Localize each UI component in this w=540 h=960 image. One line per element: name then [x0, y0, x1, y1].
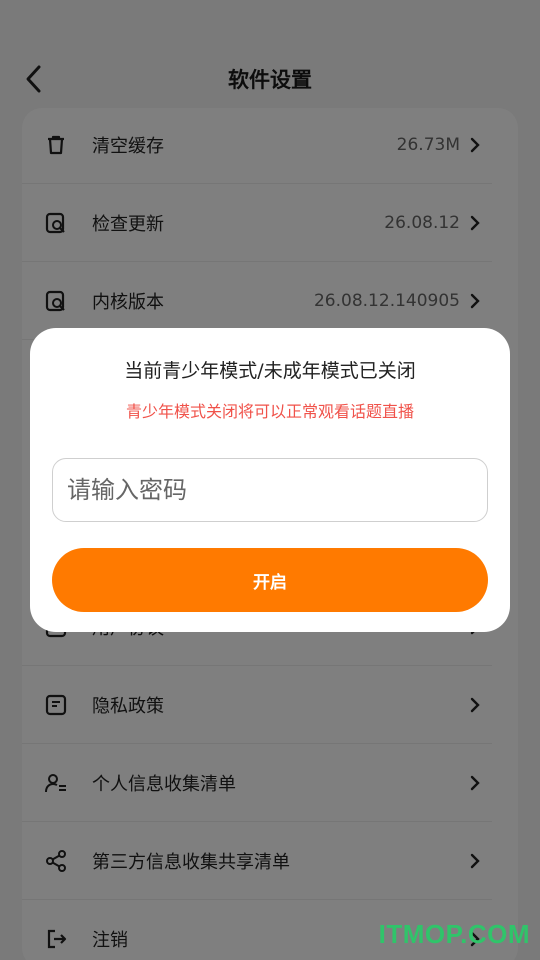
- dialog-subtitle: 青少年模式关闭将可以正常观看话题直播: [125, 402, 414, 421]
- dialog-title: 当前青少年模式/未成年模式已关闭: [124, 360, 416, 382]
- password-input[interactable]: [52, 458, 488, 522]
- watermark: ITMOP.COM: [378, 919, 530, 949]
- youth-mode-dialog: 当前青少年模式/未成年模式已关闭 青少年模式关闭将可以正常观看话题直播 开启: [30, 328, 510, 632]
- open-button[interactable]: 开启: [52, 548, 488, 612]
